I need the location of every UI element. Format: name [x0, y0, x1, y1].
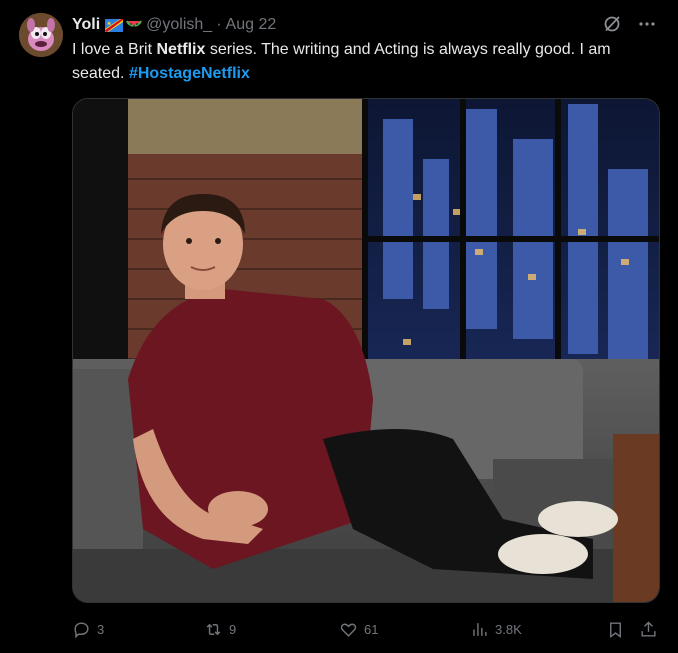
tweet-media[interactable]	[72, 98, 660, 603]
display-name[interactable]: Yoli	[72, 16, 100, 34]
retweet-icon	[206, 623, 221, 635]
heart-icon	[340, 623, 357, 637]
bookmark-button[interactable]	[606, 616, 625, 642]
drc-flag-icon	[105, 18, 124, 32]
like-button[interactable]: 61	[339, 616, 378, 642]
views-button[interactable]: 3.8K	[470, 616, 522, 642]
hashtag-link[interactable]: #HostageNetflix	[129, 65, 250, 82]
retweet-button[interactable]: 9	[204, 616, 236, 642]
name-emojis	[105, 18, 143, 32]
more-icon[interactable]	[638, 15, 656, 33]
like-count: 61	[364, 621, 379, 637]
retweet-count: 9	[229, 621, 237, 637]
handle[interactable]: @yolish_	[146, 16, 212, 34]
tweet-text-part: I love a Brit	[72, 41, 157, 58]
reply-icon	[74, 621, 89, 638]
action-bar: 3 9 61 3.8K	[72, 616, 662, 642]
timestamp[interactable]: Aug 22	[226, 16, 277, 34]
reply-button[interactable]: 3	[72, 616, 104, 642]
grok-icon[interactable]	[602, 14, 622, 34]
avatar[interactable]	[19, 13, 63, 57]
share-icon	[641, 620, 656, 637]
reply-count: 3	[97, 621, 105, 637]
share-button[interactable]	[639, 616, 658, 642]
tweet-header: Yoli @yolish_ · Aug 22	[72, 14, 276, 36]
header-actions	[602, 14, 656, 34]
tweet-text-bold: Netflix	[156, 41, 206, 58]
separator-dot: ·	[216, 16, 222, 33]
bookmark-icon	[610, 621, 621, 638]
views-count: 3.8K	[495, 621, 522, 637]
avatar-image	[19, 13, 63, 57]
tweet-card[interactable]: Yoli @yolish_ · Aug 22 I love a Brit Net…	[0, 0, 678, 653]
watermelon-icon	[126, 20, 143, 27]
views-icon	[473, 622, 487, 636]
media-image	[73, 99, 659, 602]
tweet-text: I love a Brit Netflix series. The writin…	[72, 38, 662, 86]
